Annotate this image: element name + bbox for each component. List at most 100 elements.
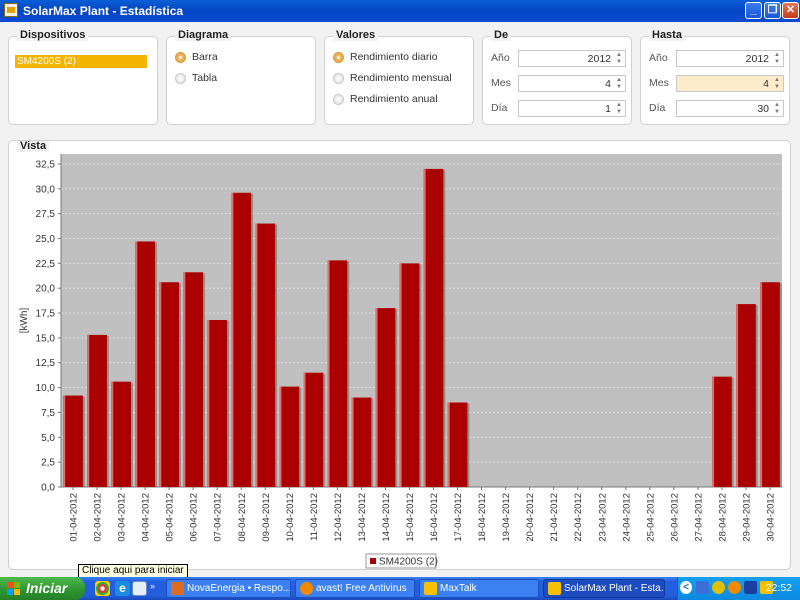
field-label: Día (649, 102, 666, 114)
task-novaenergia[interactable]: NovaEnergia • Respo... (166, 579, 291, 598)
x-tick-label: 21-04-2012 (549, 493, 560, 542)
spinner-value[interactable]: 2012 (746, 53, 769, 65)
radio-rendimiento-anual[interactable]: Rendimiento anual (333, 92, 438, 106)
task-label: avast! Free Antivirus (316, 583, 407, 594)
radio-icon[interactable] (333, 93, 344, 105)
x-tick-label: 04-04-2012 (141, 493, 152, 542)
quicklaunch-expand-icon[interactable]: » (150, 581, 160, 596)
task-solarmax[interactable]: SolarMax Plant - Esta... (543, 579, 665, 598)
radio-rendimiento-mensual[interactable]: Rendimiento mensual (333, 71, 452, 85)
x-tick-label: 20-04-2012 (525, 493, 536, 542)
spinner-value[interactable]: 30 (757, 103, 769, 115)
task-maxtalk[interactable]: MaxTalk (419, 579, 539, 598)
app-icon (4, 3, 18, 17)
radio-tabla[interactable]: Tabla (175, 71, 217, 85)
start-button[interactable]: Iniciar (0, 577, 85, 600)
y-tick-label: 32,5 (36, 159, 56, 170)
x-tick-label: 02-04-2012 (93, 493, 104, 542)
radio-selected-icon[interactable] (175, 51, 186, 63)
x-tick-label: 27-04-2012 (693, 493, 704, 542)
clock: 22:52 (765, 582, 792, 594)
yield-bar-chart: 0,0 2,5 5,0 7,5 10,0 12,5 15,0 17,5 20,0 22,5 25,0… (19, 154, 782, 569)
bar-highlight (375, 308, 378, 487)
bar (712, 376, 732, 487)
bar-highlight (760, 282, 763, 487)
x-tick-label: 28-04-2012 (717, 493, 728, 542)
bar (183, 272, 204, 487)
spinner-up-icon[interactable]: ▲ (772, 102, 782, 109)
bar (327, 260, 348, 487)
maximize-button[interactable]: ❐ (764, 2, 781, 19)
x-tick-label: 14-04-2012 (381, 493, 392, 542)
spinner-up-icon[interactable]: ▲ (772, 52, 782, 59)
y-tick-label: 27,5 (36, 209, 56, 220)
radio-label: Rendimiento anual (350, 93, 438, 105)
minimize-button[interactable]: _ (745, 2, 762, 19)
hasta-mes-spinner[interactable]: 4 ▲ ▼ (676, 75, 784, 92)
radio-barra[interactable]: Barra (175, 50, 218, 64)
spinner-value[interactable]: 2012 (588, 53, 611, 65)
x-tick-label: 24-04-2012 (621, 493, 632, 542)
network-icon[interactable] (696, 581, 709, 594)
bar-highlight (231, 192, 234, 488)
legend-swatch (370, 558, 376, 564)
de-anio-row: Año 2012 ▲ ▼ (491, 50, 626, 67)
chrome-icon[interactable] (95, 581, 110, 596)
spinner-value[interactable]: 4 (763, 78, 769, 90)
spinner-down-icon[interactable]: ▼ (614, 109, 624, 116)
spinner-up-icon[interactable]: ▲ (614, 77, 624, 84)
de-dia-spinner[interactable]: 1 ▲ ▼ (518, 100, 626, 117)
x-tick-label: 23-04-2012 (597, 493, 608, 542)
volume-icon[interactable] (744, 581, 757, 594)
hasta-dia-row: Día 30 ▲ ▼ (649, 100, 784, 117)
avast-tray-icon[interactable] (728, 581, 741, 594)
spinner-value[interactable]: 1 (605, 103, 611, 115)
internet-explorer-icon[interactable]: e (115, 581, 130, 596)
firefox-icon (171, 582, 184, 595)
bar-highlight (303, 372, 306, 487)
radio-selected-icon[interactable] (333, 51, 344, 63)
x-tick-label: 13-04-2012 (357, 493, 368, 542)
title-bar[interactable]: SolarMax Plant - Estadística _ ❐ ✕ (0, 0, 800, 22)
bar-highlight (447, 402, 450, 487)
spinner-down-icon[interactable]: ▼ (772, 84, 782, 91)
hasta-dia-spinner[interactable]: 30 ▲ ▼ (676, 100, 784, 117)
de-anio-spinner[interactable]: 2012 ▲ ▼ (518, 50, 626, 67)
bar (231, 192, 252, 488)
device-item[interactable]: SM4200S (2) (15, 55, 147, 68)
spinner-down-icon[interactable]: ▼ (614, 84, 624, 91)
spinner-up-icon[interactable]: ▲ (772, 77, 782, 84)
bar-highlight (327, 260, 330, 487)
x-tick-label: 09-04-2012 (261, 493, 272, 542)
spinner-down-icon[interactable]: ▼ (772, 109, 782, 116)
tray-expand-icon[interactable]: < (680, 581, 692, 594)
field-label: Mes (649, 77, 669, 89)
bar-highlight (736, 304, 739, 487)
bar-highlight (183, 272, 186, 487)
radio-icon[interactable] (333, 72, 344, 84)
y-tick-label: 30,0 (36, 184, 56, 195)
bar-highlight (135, 241, 138, 487)
radio-label: Rendimiento diario (350, 51, 438, 63)
de-mes-spinner[interactable]: 4 ▲ ▼ (518, 75, 626, 92)
spinner-up-icon[interactable]: ▲ (614, 52, 624, 59)
x-tick-label: 22-04-2012 (573, 493, 584, 542)
spinner-up-icon[interactable]: ▲ (614, 102, 624, 109)
bar (279, 386, 300, 487)
spinner-down-icon[interactable]: ▼ (772, 59, 782, 66)
radio-icon[interactable] (175, 72, 186, 84)
close-button[interactable]: ✕ (782, 2, 799, 19)
radio-rendimiento-diario[interactable]: Rendimiento diario (333, 50, 438, 64)
security-shield-icon[interactable] (712, 581, 725, 594)
x-tick-label: 18-04-2012 (477, 493, 488, 542)
spinner-value[interactable]: 4 (605, 78, 611, 90)
hasta-anio-spinner[interactable]: 2012 ▲ ▼ (676, 50, 784, 67)
task-avast[interactable]: avast! Free Antivirus (295, 579, 415, 598)
spinner-down-icon[interactable]: ▼ (614, 59, 624, 66)
bar (63, 395, 83, 487)
show-desktop-icon[interactable] (132, 581, 147, 596)
y-tick-label: 25,0 (36, 234, 56, 245)
start-tooltip: Clique aqui para iniciar (78, 564, 188, 578)
bar (207, 320, 228, 487)
x-tick-label: 17-04-2012 (453, 493, 464, 542)
